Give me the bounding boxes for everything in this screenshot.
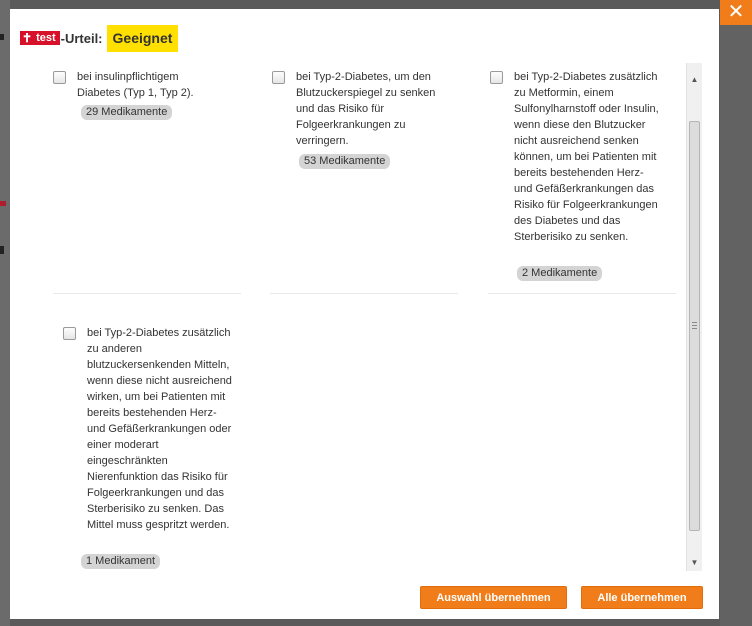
option-checkbox[interactable] xyxy=(53,71,66,84)
test-logo: ✝ test xyxy=(20,31,60,45)
row-divider xyxy=(53,293,241,294)
dialog-header: ✝ test -Urteil: Geeignet xyxy=(20,24,179,52)
close-button[interactable]: ✕ xyxy=(720,0,752,25)
option-text: bei Typ-2-Diabetes zusätzlich zu Metform… xyxy=(514,71,659,243)
close-icon: ✕ xyxy=(727,1,745,23)
option-checkbox[interactable] xyxy=(63,327,76,340)
row-divider xyxy=(488,293,676,294)
apply-selection-button[interactable]: Auswahl übernehmen xyxy=(420,586,567,609)
row-divider xyxy=(270,293,458,294)
page-backdrop xyxy=(0,0,10,626)
logo-text: test xyxy=(36,32,56,44)
options-scrollbar[interactable]: ▲ ▼ xyxy=(686,63,702,571)
option-text: bei Typ-2-Diabetes, um den Blutzuckerspi… xyxy=(296,71,436,147)
option-text: bei Typ-2-Diabetes zusätzlich zu anderen… xyxy=(87,327,232,531)
medication-count-badge: 2 Medikamente xyxy=(517,266,603,281)
dialog-side-panel xyxy=(720,25,752,626)
option-item: bei Typ-2-Diabetes, um den Blutzuckerspi… xyxy=(272,69,462,159)
option-item: bei Typ-2-Diabetes zusätzlich zu anderen… xyxy=(63,325,243,555)
medication-count-badge: 53 Medikamente xyxy=(299,154,391,169)
logo-cross-icon: ✝ xyxy=(22,31,33,45)
urteil-label: -Urteil: xyxy=(60,30,103,46)
option-checkbox[interactable] xyxy=(272,71,285,84)
option-item: bei Typ-2-Diabetes zusätzlich zu Metform… xyxy=(490,69,680,269)
scroll-up-icon[interactable]: ▲ xyxy=(687,73,702,87)
option-checkbox[interactable] xyxy=(490,71,503,84)
option-item: bei insulinpflichtigem Diabetes (Typ 1, … xyxy=(53,69,233,129)
scrollbar-grip-icon xyxy=(692,322,697,329)
scroll-down-icon[interactable]: ▼ xyxy=(687,556,702,570)
apply-all-button[interactable]: Alle übernehmen xyxy=(581,586,703,609)
option-text: bei insulinpflichtigem Diabetes (Typ 1, … xyxy=(77,71,194,99)
medication-count-badge: 1 Medikament xyxy=(81,554,161,569)
scrollbar-thumb[interactable] xyxy=(689,121,700,531)
medication-count-badge: 29 Medikamente xyxy=(81,105,173,120)
options-scroll-area: bei insulinpflichtigem Diabetes (Typ 1, … xyxy=(20,63,703,571)
verdict-badge: Geeignet xyxy=(106,24,179,52)
